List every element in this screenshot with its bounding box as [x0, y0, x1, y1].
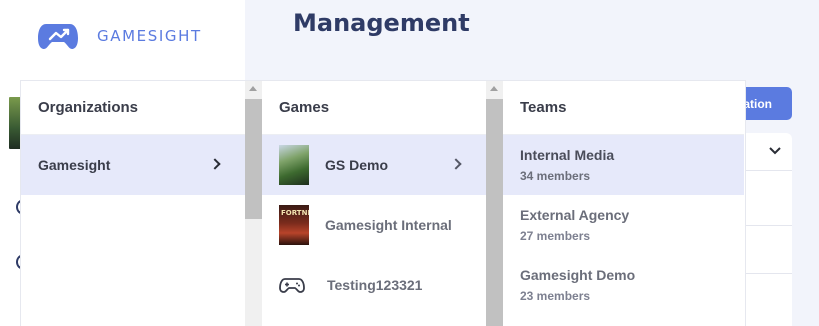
gamepad-chart-icon	[38, 24, 78, 49]
games-header: Games	[262, 81, 486, 135]
chevron-down-icon[interactable]	[768, 143, 782, 157]
chevron-right-icon	[450, 158, 462, 170]
organization-label: Gamesight	[38, 157, 111, 173]
brand-logo[interactable]: GAMESIGHT	[38, 22, 202, 50]
game-label: Gamesight Internal	[325, 217, 452, 233]
games-column: Games GS Demo FORTNITE Gamesight Interna…	[262, 81, 486, 326]
teams-column: Teams Internal Media 34 members External…	[503, 81, 744, 326]
page-title: Management	[293, 9, 470, 37]
divider	[744, 225, 792, 226]
organization-item-gamesight[interactable]: Gamesight	[21, 135, 245, 195]
context-switcher-dropdown: Organizations Gamesight Games GS Demo FO…	[21, 81, 745, 326]
brand-name: GAMESIGHT	[97, 27, 202, 45]
scroll-up-arrow-icon[interactable]	[249, 86, 257, 91]
divider	[744, 273, 792, 274]
organizations-scrollbar[interactable]	[245, 81, 262, 326]
teams-header: Teams	[503, 81, 744, 135]
organizations-header: Organizations	[21, 81, 245, 135]
team-item-gamesight-demo[interactable]: Gamesight Demo 23 members	[503, 255, 744, 315]
scroll-up-arrow-icon[interactable]	[490, 86, 498, 91]
game-label: Testing123321	[327, 277, 423, 293]
team-item-external-agency[interactable]: External Agency 27 members	[503, 195, 744, 255]
organizations-column: Organizations Gamesight	[21, 81, 245, 326]
chevron-right-icon	[209, 158, 221, 170]
background-panel	[744, 133, 792, 326]
team-name: Internal Media	[520, 147, 615, 163]
games-scrollbar[interactable]	[486, 81, 503, 326]
game-item-testing123321[interactable]: Testing123321	[262, 255, 486, 315]
gamepad-icon	[279, 278, 305, 293]
game-item-gamesight-internal[interactable]: FORTNITE Gamesight Internal	[262, 195, 486, 255]
team-member-count: 23 members	[520, 289, 591, 303]
scroll-thumb[interactable]	[486, 99, 503, 326]
fortnite-thumbnail: FORTNITE	[279, 205, 309, 245]
game-label: GS Demo	[325, 157, 389, 173]
divider	[744, 170, 792, 171]
scroll-thumb[interactable]	[245, 99, 262, 219]
team-member-count: 27 members	[520, 229, 591, 243]
game-item-gs-demo[interactable]: GS Demo	[262, 135, 486, 195]
team-member-count: 34 members	[520, 169, 591, 183]
gs-demo-thumbnail	[279, 145, 309, 185]
team-name: External Agency	[520, 207, 630, 223]
thumbnail-text: FORTNITE	[281, 209, 309, 217]
team-name: Gamesight Demo	[520, 267, 636, 283]
team-item-internal-media[interactable]: Internal Media 34 members	[503, 135, 744, 195]
